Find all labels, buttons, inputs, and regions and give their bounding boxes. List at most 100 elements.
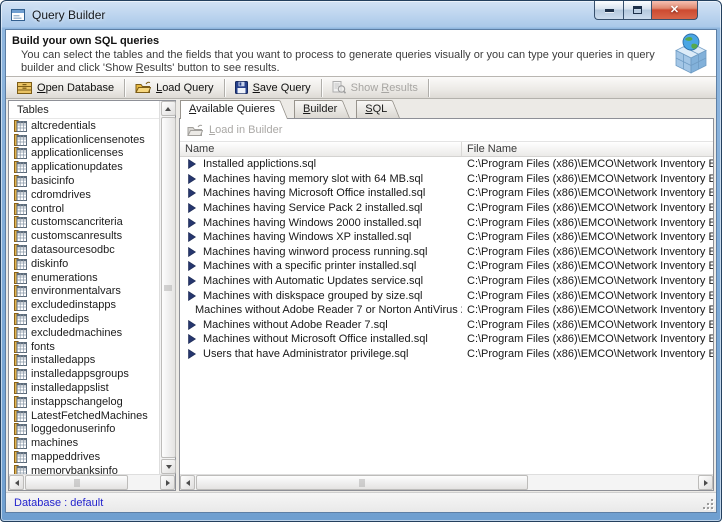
table-list-item[interactable]: installedapps bbox=[9, 354, 159, 368]
query-row[interactable]: Machines having Windows XP installed.sql… bbox=[180, 230, 713, 245]
load-query-label: Load Query bbox=[156, 81, 214, 94]
query-name: Machines without Adobe Reader 7.sql bbox=[203, 318, 388, 331]
main-hscroll-thumb[interactable] bbox=[196, 475, 528, 490]
scroll-right-button[interactable] bbox=[698, 475, 713, 490]
table-icon bbox=[14, 437, 27, 450]
cube-globe-icon bbox=[675, 33, 707, 74]
resize-grip[interactable] bbox=[701, 497, 713, 509]
query-row[interactable]: Machines having Service Pack 2 installed… bbox=[180, 201, 713, 216]
query-row[interactable]: Machines without Adobe Reader 7 or Norto… bbox=[180, 303, 713, 318]
query-file-path: C:\Program Files (x86)\EMCO\Network Inve… bbox=[467, 231, 713, 244]
table-name: applicationlicensenotes bbox=[31, 133, 145, 146]
table-icon bbox=[14, 340, 27, 353]
table-list-item[interactable]: applicationupdates bbox=[9, 160, 159, 174]
table-list-item[interactable]: altcredentials bbox=[9, 119, 159, 133]
window-title: Query Builder bbox=[32, 8, 106, 22]
maximize-button[interactable] bbox=[623, 1, 651, 20]
query-row[interactable]: Machines having Windows 2000 installed.s… bbox=[180, 215, 713, 230]
table-name: basicinfo bbox=[31, 175, 75, 188]
main-hscroll-track[interactable] bbox=[195, 475, 698, 490]
query-row[interactable]: Machines with Automatic Updates service.… bbox=[180, 274, 713, 289]
query-row[interactable]: Machines with diskspace grouped by size.… bbox=[180, 288, 713, 303]
table-list-item[interactable]: customscanresults bbox=[9, 229, 159, 243]
load-in-builder-button[interactable]: Load in Builder bbox=[187, 124, 282, 137]
query-name: Machines without Adobe Reader 7 or Norto… bbox=[195, 304, 462, 317]
table-list-item[interactable]: fonts bbox=[9, 340, 159, 354]
query-arrow-icon bbox=[188, 349, 196, 360]
close-button[interactable]: ✕ bbox=[651, 1, 698, 20]
main-area: Available Quieres Builder SQL Load in Bu… bbox=[179, 100, 714, 491]
table-name: datasourcesodbc bbox=[31, 244, 115, 257]
table-list-item[interactable]: control bbox=[9, 202, 159, 216]
table-list-item[interactable]: applicationlicenses bbox=[9, 147, 159, 161]
table-list-item[interactable]: loggedonuserinfo bbox=[9, 423, 159, 437]
table-list-item[interactable]: diskinfo bbox=[9, 257, 159, 271]
query-arrow-icon bbox=[188, 159, 196, 170]
table-list-item[interactable]: LatestFetchedMachines bbox=[9, 409, 159, 423]
table-list-item[interactable]: customscancriteria bbox=[9, 216, 159, 230]
query-row[interactable]: Users that have Administrator privilege.… bbox=[180, 347, 713, 362]
scroll-up-button[interactable] bbox=[160, 101, 176, 116]
table-list-item[interactable]: excludedips bbox=[9, 312, 159, 326]
tables-sidebar: Tables altcredentials applicationlicense… bbox=[8, 100, 176, 491]
table-list-item[interactable]: machines bbox=[9, 436, 159, 450]
query-name: Machines having Microsoft Office install… bbox=[203, 187, 426, 200]
scroll-right-button[interactable] bbox=[160, 475, 175, 490]
scroll-right-icon bbox=[165, 479, 170, 486]
table-list-item[interactable]: excludedmachines bbox=[9, 326, 159, 340]
table-name: altcredentials bbox=[31, 119, 96, 132]
table-list-item[interactable]: excludedinstapps bbox=[9, 298, 159, 312]
sidebar-hscroll-track[interactable] bbox=[24, 475, 160, 490]
table-icon bbox=[14, 299, 27, 312]
table-name: installedapps bbox=[31, 354, 96, 367]
table-name: mappeddrives bbox=[31, 451, 101, 464]
load-query-button[interactable]: Load Query bbox=[127, 78, 222, 98]
table-list-item[interactable]: datasourcesodbc bbox=[9, 243, 159, 257]
table-list-item[interactable]: cdromdrives bbox=[9, 188, 159, 202]
column-header-file-name[interactable]: File Name bbox=[462, 142, 713, 156]
scroll-left-button[interactable] bbox=[180, 475, 195, 490]
table-list-item[interactable]: enumerations bbox=[9, 271, 159, 285]
table-list-item[interactable]: applicationlicensenotes bbox=[9, 133, 159, 147]
tab-builder[interactable]: Builder bbox=[294, 100, 342, 118]
query-row[interactable]: Machines having Microsoft Office install… bbox=[180, 186, 713, 201]
sidebar-vscroll-thumb[interactable] bbox=[160, 117, 176, 458]
query-row[interactable]: Machines without Microsoft Office instal… bbox=[180, 332, 713, 347]
table-list-item[interactable]: instappschangelog bbox=[9, 395, 159, 409]
tables-header: Tables bbox=[9, 101, 159, 119]
scroll-down-button[interactable] bbox=[161, 459, 176, 474]
scroll-left-button[interactable] bbox=[9, 475, 24, 490]
table-list-item[interactable]: basicinfo bbox=[9, 174, 159, 188]
query-row[interactable]: Machines without Adobe Reader 7.sql C:\P… bbox=[180, 318, 713, 333]
query-name: Installed applictions.sql bbox=[203, 158, 317, 171]
sidebar-horizontal-scrollbar[interactable] bbox=[9, 474, 175, 490]
table-list-item[interactable]: installedappsgroups bbox=[9, 367, 159, 381]
show-results-button[interactable]: Show Results bbox=[324, 78, 426, 98]
column-header-name[interactable]: Name bbox=[180, 142, 462, 156]
query-list: Installed applictions.sql C:\Program Fil… bbox=[180, 157, 713, 474]
query-row[interactable]: Machines with a specific printer install… bbox=[180, 259, 713, 274]
open-database-button[interactable]: Open Database bbox=[9, 78, 122, 98]
table-list-item[interactable]: installedappslist bbox=[9, 381, 159, 395]
query-name: Machines with a specific printer install… bbox=[203, 260, 417, 273]
table-list-item[interactable]: memorybanksinfo bbox=[9, 464, 159, 474]
query-row[interactable]: Machines having memory slot with 64 MB.s… bbox=[180, 172, 713, 187]
table-list-item[interactable]: mappeddrives bbox=[9, 450, 159, 464]
query-file-path: C:\Program Files (x86)\EMCO\Network Inve… bbox=[467, 245, 713, 258]
tab-available-queries[interactable]: Available Quieres bbox=[180, 100, 280, 119]
table-icon bbox=[14, 161, 27, 174]
table-list-item[interactable]: environmentalvars bbox=[9, 285, 159, 299]
main-horizontal-scrollbar[interactable] bbox=[180, 474, 713, 490]
save-query-button[interactable]: Save Query bbox=[227, 78, 319, 98]
minimize-button[interactable] bbox=[594, 1, 623, 20]
query-row[interactable]: Machines having winword process running.… bbox=[180, 245, 713, 260]
query-file-path: C:\Program Files (x86)\EMCO\Network Inve… bbox=[467, 158, 713, 171]
title-bar[interactable]: Query Builder ✕ bbox=[1, 1, 721, 29]
table-icon bbox=[14, 257, 27, 270]
query-row[interactable]: Installed applictions.sql C:\Program Fil… bbox=[180, 157, 713, 172]
sidebar-vertical-scrollbar[interactable] bbox=[159, 101, 176, 474]
query-file-path: C:\Program Files (x86)\EMCO\Network Inve… bbox=[467, 172, 713, 185]
sidebar-hscroll-thumb[interactable] bbox=[25, 475, 129, 490]
tab-sql[interactable]: SQL bbox=[356, 100, 392, 118]
toolbar-separator bbox=[320, 78, 322, 97]
